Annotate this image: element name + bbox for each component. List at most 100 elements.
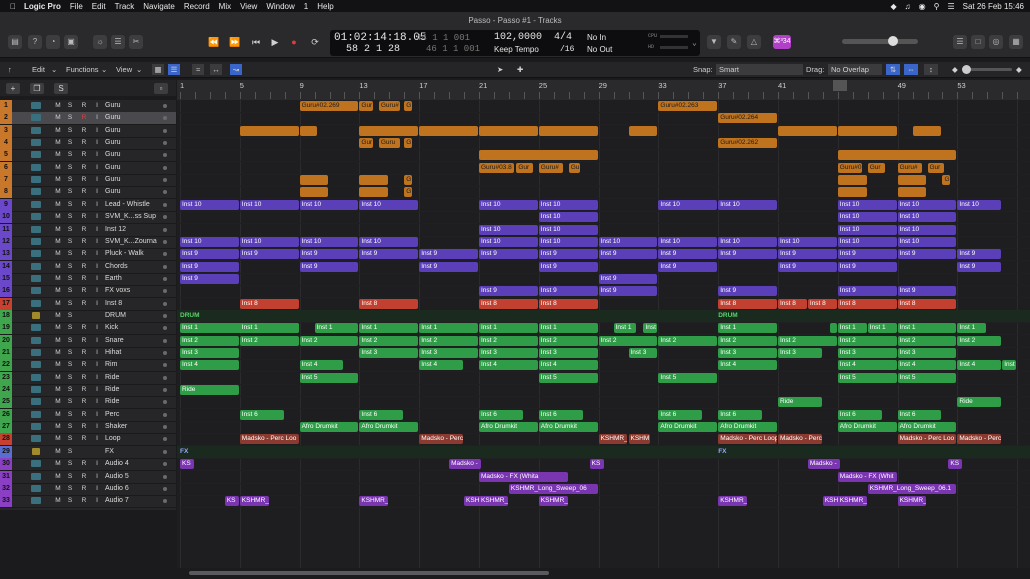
region[interactable]: Inst 1 bbox=[239, 323, 299, 334]
mute-button[interactable]: M bbox=[53, 447, 63, 457]
solo-button[interactable]: S bbox=[65, 360, 75, 370]
region[interactable]: Guru# bbox=[378, 101, 401, 111]
region[interactable]: Inst 10 bbox=[837, 224, 897, 235]
track-name[interactable]: Inst 8 bbox=[105, 298, 122, 310]
mute-button[interactable]: M bbox=[53, 150, 63, 160]
track-name[interactable]: Guru bbox=[105, 174, 121, 186]
record-enable-button[interactable]: R bbox=[79, 113, 89, 123]
go-to-start-button[interactable]: ⏮ bbox=[247, 35, 265, 49]
region[interactable] bbox=[479, 150, 598, 161]
mute-button[interactable]: M bbox=[53, 373, 63, 383]
region[interactable]: Inst 10 bbox=[778, 236, 837, 247]
metronome-icon[interactable]: △ bbox=[747, 35, 761, 49]
region[interactable]: KSHMR_ bbox=[598, 434, 628, 445]
region[interactable]: Afro Drumkit bbox=[479, 422, 538, 433]
key-command-badge[interactable]: ⌘³34 bbox=[773, 35, 791, 49]
track-header[interactable]: 3 M S R I Guru bbox=[0, 124, 176, 138]
region[interactable]: Inst 1 bbox=[359, 323, 419, 334]
region[interactable] bbox=[778, 125, 837, 136]
zoom-vertical-icon[interactable]: ↕ bbox=[924, 64, 938, 75]
drag-select[interactable]: No Overlap bbox=[828, 64, 882, 75]
region[interactable]: Inst 9 bbox=[538, 261, 598, 272]
input-monitor-button[interactable]: I bbox=[92, 101, 102, 111]
record-enable-button[interactable]: R bbox=[79, 484, 89, 494]
region[interactable]: Gur bbox=[867, 162, 885, 173]
mute-button[interactable]: M bbox=[53, 360, 63, 370]
control-center-icon[interactable]: ☰ bbox=[947, 2, 954, 11]
region[interactable]: Inst 9 bbox=[897, 249, 957, 260]
track-header[interactable]: 9 M S R I Lead - Whistle bbox=[0, 198, 176, 212]
input-monitor-button[interactable]: I bbox=[92, 472, 102, 482]
region[interactable]: Inst 9 bbox=[837, 249, 897, 260]
input-monitor-button[interactable]: I bbox=[92, 286, 102, 296]
region[interactable]: Inst 3 bbox=[359, 348, 419, 358]
region[interactable]: Inst 2 bbox=[837, 335, 897, 346]
input-monitor-button[interactable]: I bbox=[92, 150, 102, 160]
track-header[interactable]: 6 M S R I Guru bbox=[0, 161, 176, 175]
input-monitor-button[interactable]: I bbox=[92, 225, 102, 235]
region[interactable]: Inst 2 bbox=[479, 335, 538, 346]
region[interactable]: Madsko - FX (Whita bbox=[479, 471, 568, 482]
track-header[interactable]: 19 M S R I Kick bbox=[0, 322, 176, 336]
menu-clock[interactable]: Sat 26 Feb 15:46 bbox=[963, 2, 1024, 11]
region[interactable]: Inst 3 bbox=[837, 348, 897, 358]
track-name[interactable]: Audio 4 bbox=[105, 458, 129, 470]
track-header[interactable]: 28 M S R I Loop bbox=[0, 433, 176, 447]
region[interactable] bbox=[239, 125, 299, 136]
playhead-marker[interactable] bbox=[833, 80, 848, 91]
region[interactable]: Madsko - FX (Whit bbox=[837, 471, 897, 482]
region[interactable]: Inst 9 bbox=[718, 286, 777, 297]
solo-button[interactable]: S bbox=[65, 434, 75, 444]
region[interactable]: Afro Drumkit bbox=[897, 422, 957, 433]
region[interactable]: Inst 10 bbox=[538, 212, 598, 223]
track-name[interactable]: Guru bbox=[105, 137, 121, 149]
menu-record[interactable]: Record bbox=[184, 2, 210, 11]
region[interactable]: Inst 10 bbox=[180, 236, 239, 247]
record-enable-button[interactable]: R bbox=[79, 336, 89, 346]
region[interactable]: Guru# bbox=[538, 162, 564, 173]
region[interactable]: Inst 10 bbox=[897, 212, 957, 223]
region[interactable]: Inst 10 bbox=[538, 199, 598, 210]
region[interactable]: Inst 2 bbox=[359, 335, 419, 346]
horizontal-scrollbar[interactable] bbox=[177, 570, 1030, 576]
region[interactable]: Inst 5 bbox=[538, 372, 598, 383]
region[interactable]: Inst 10 bbox=[658, 236, 718, 247]
region[interactable]: G bbox=[404, 101, 413, 111]
track-header[interactable]: 21 M S R I Hihat bbox=[0, 347, 176, 360]
track-name[interactable]: FX bbox=[105, 446, 114, 458]
record-enable-button[interactable]: R bbox=[79, 286, 89, 296]
region[interactable]: Inst 9 bbox=[778, 261, 837, 272]
region[interactable]: Inst 2 bbox=[299, 335, 359, 346]
region[interactable]: G bbox=[942, 175, 951, 186]
region[interactable]: Inst 1 bbox=[897, 323, 957, 334]
region[interactable]: Inst 1 bbox=[613, 323, 637, 334]
region[interactable]: Inst 2 bbox=[180, 335, 239, 346]
mute-button[interactable]: M bbox=[53, 472, 63, 482]
region[interactable] bbox=[912, 125, 942, 136]
track-header[interactable]: 33 M S R I Audio 7 bbox=[0, 495, 176, 509]
track-name[interactable]: Guru bbox=[105, 162, 121, 174]
global-tracks-icon[interactable]: ▫ bbox=[154, 83, 168, 94]
solo-button[interactable]: S bbox=[65, 187, 75, 197]
input-monitor-button[interactable]: I bbox=[92, 323, 102, 333]
solo-button[interactable]: S bbox=[65, 472, 75, 482]
region[interactable]: Inst 8 bbox=[837, 298, 897, 309]
flex-icon[interactable]: ≈ bbox=[192, 64, 204, 75]
region[interactable]: Inst 1 bbox=[538, 323, 598, 334]
input-monitor-button[interactable]: I bbox=[92, 410, 102, 420]
region[interactable] bbox=[538, 125, 598, 136]
zoom-out-icon[interactable]: ◆ bbox=[952, 64, 958, 75]
lcd-time-signature[interactable]: 4/4 bbox=[554, 32, 572, 43]
region[interactable]: Guru#0 bbox=[837, 162, 863, 173]
region[interactable]: Inst 9 bbox=[837, 261, 897, 272]
region[interactable]: Inst 10 bbox=[718, 199, 777, 210]
browser-icon[interactable]: ▦ bbox=[1009, 35, 1023, 49]
track-name[interactable]: Guru bbox=[105, 186, 121, 198]
solo-button[interactable]: S bbox=[65, 237, 75, 247]
record-enable-button[interactable]: R bbox=[79, 101, 89, 111]
track-name[interactable]: Pluck - Walk bbox=[105, 248, 144, 260]
record-button[interactable]: ● bbox=[285, 35, 303, 49]
region[interactable]: Inst 8 bbox=[538, 298, 598, 309]
mute-button[interactable]: M bbox=[53, 299, 63, 309]
region[interactable]: Madsko - bbox=[449, 459, 481, 470]
